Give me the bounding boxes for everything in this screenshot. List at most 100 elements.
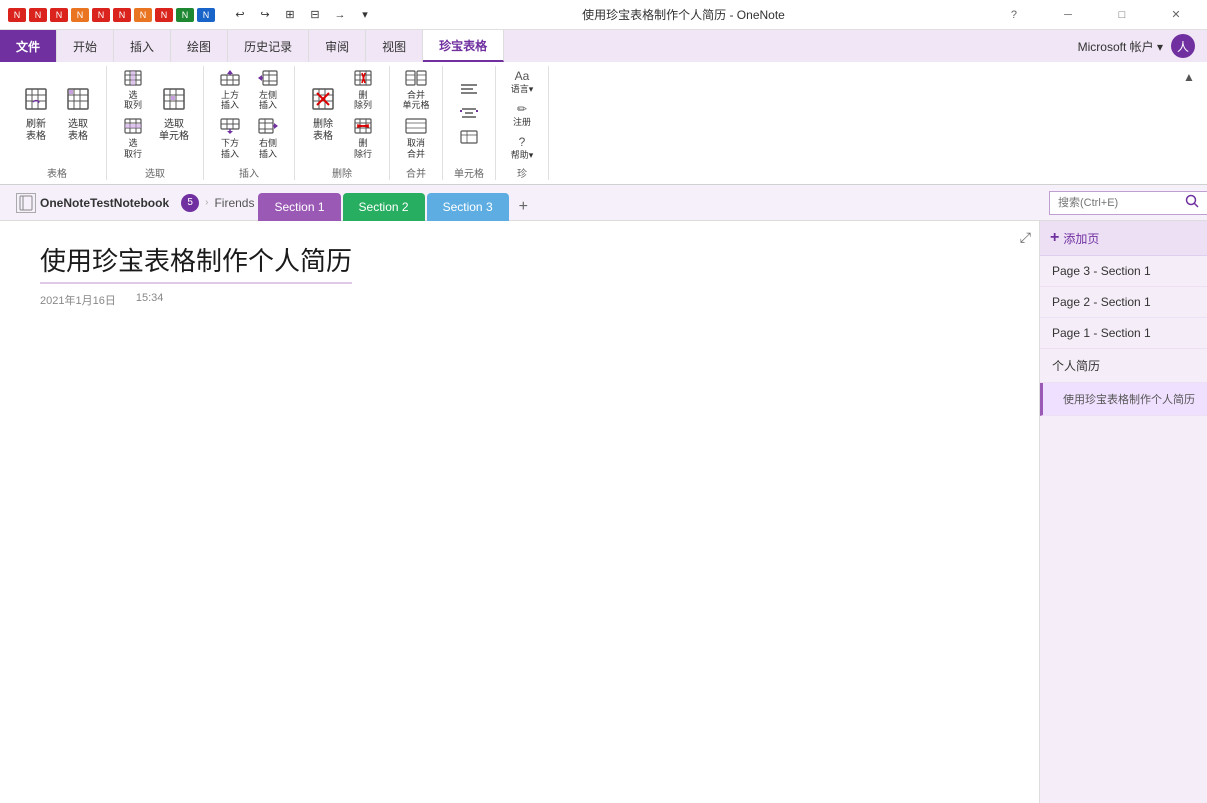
cell-align-left-button[interactable] — [451, 79, 487, 102]
add-section-button[interactable]: + — [511, 193, 536, 221]
help-icon: ? — [519, 135, 526, 149]
page-meta: 2021年1月16日 15:34 — [40, 292, 999, 308]
minimize-button[interactable]: ─ — [1045, 0, 1091, 30]
restore-button[interactable]: □ — [1099, 0, 1145, 30]
select-row-button[interactable]: 选取行 — [115, 115, 151, 163]
select-group-buttons: 选取列 选取行 选取单元格 — [115, 66, 195, 163]
app-icon-red5: N — [113, 8, 131, 22]
insert-right-label: 右侧插入 — [259, 138, 277, 160]
ribbon-tabs: 文件 开始 插入 绘图 历史记录 审阅 视图 珍宝表格 Microsoft 帐户… — [0, 30, 1207, 62]
cell-align-center-button[interactable] — [451, 103, 487, 126]
ribbon-group-select: 选取列 选取行 选取单元格 选取 — [107, 66, 204, 180]
notebook-button[interactable]: OneNoteTestNotebook — [8, 189, 177, 217]
tab-insert[interactable]: 插入 — [114, 30, 171, 62]
insert-above-button[interactable]: 上方插入 — [212, 67, 248, 115]
delete-row-label: 删除行 — [354, 138, 372, 160]
tab-home[interactable]: 开始 — [57, 30, 114, 62]
delete-col-label: 删除列 — [354, 90, 372, 112]
insert-right-icon — [258, 118, 278, 137]
dropdown-button[interactable]: ▾ — [354, 4, 376, 26]
avatar: 人 — [1171, 34, 1195, 58]
select-cell-icon — [162, 87, 186, 117]
app-icon-red2: N — [29, 8, 47, 22]
insert-above-label: 上方插入 — [221, 90, 239, 112]
unmerge-cells-label: 取消合并 — [407, 138, 425, 160]
account-button[interactable]: Microsoft 帐户 ▾ 人 — [1066, 30, 1207, 62]
help-ribbon-button[interactable]: ? 帮助▾ — [504, 132, 540, 164]
title-bar-controls: ? ─ □ ✕ — [991, 0, 1199, 30]
group-label-cell: 单元格 — [454, 163, 484, 180]
insert-group-buttons: 上方插入 下方插入 左侧插入 — [212, 66, 286, 163]
delete-group-buttons: 删除表格 删除列 删除行 — [303, 66, 381, 163]
search-button[interactable] — [1185, 194, 1199, 211]
add-page-icon: + — [1050, 229, 1059, 247]
delete-row-button[interactable]: 删除行 — [345, 115, 381, 163]
group-label-zhen: 珍 — [517, 163, 527, 180]
delete-table-label: 删除表格 — [313, 119, 333, 143]
app-icon-green: N — [176, 8, 194, 22]
insert-left-button[interactable]: 左侧插入 — [250, 67, 286, 115]
page-item-resume-table[interactable]: 使用珍宝表格制作个人简历 — [1040, 383, 1207, 416]
section-tab-2[interactable]: Section 2 — [343, 193, 425, 221]
collapse-ribbon-button[interactable]: ▲ — [1183, 66, 1199, 180]
app-icons: N N N N N N N N N N ↩ ↪ ⊞ ⊟ → ▾ — [8, 4, 376, 26]
cell-properties-button[interactable] — [451, 127, 487, 150]
language-button[interactable]: Aa 语言▾ — [504, 66, 540, 98]
refresh-table-button[interactable]: 刷新表格 — [16, 83, 56, 147]
tab-draw[interactable]: 绘图 — [171, 30, 228, 62]
register-button[interactable]: ✏ 注册 — [504, 99, 540, 131]
refresh-table-label: 刷新表格 — [26, 119, 46, 143]
tab-view[interactable]: 视图 — [366, 30, 423, 62]
tab-file[interactable]: 文件 — [0, 30, 57, 62]
delete-col-group: 删除列 删除行 — [345, 67, 381, 163]
section-tab-1[interactable]: Section 1 — [258, 193, 340, 221]
undo-button[interactable]: ↩ — [229, 4, 251, 26]
add-page-button[interactable]: + 添加页 — [1040, 221, 1207, 256]
merge-group-buttons: 合并单元格 取消合并 — [398, 66, 434, 163]
delete-col-button[interactable]: 删除列 — [345, 67, 381, 115]
grid-button[interactable]: ⊞ — [279, 4, 301, 26]
unmerge-cells-button[interactable]: 取消合并 — [398, 115, 434, 163]
close-button[interactable]: ✕ — [1153, 0, 1199, 30]
delete-table-button[interactable]: 删除表格 — [303, 83, 343, 147]
notebook-name: OneNoteTestNotebook — [40, 196, 169, 210]
page-date: 2021年1月16日 — [40, 292, 116, 308]
insert-below-button[interactable]: 下方插入 — [212, 115, 248, 163]
notebook-badge[interactable]: 5 — [181, 194, 199, 212]
tab-table[interactable]: 珍宝表格 — [423, 30, 504, 62]
page-item-page3s1[interactable]: Page 3 - Section 1 — [1040, 256, 1207, 287]
page-item-resume[interactable]: 个人简历 — [1040, 349, 1207, 383]
section-tab-3[interactable]: Section 3 — [427, 193, 509, 221]
select-cell-label: 选取单元格 — [159, 119, 189, 143]
group-label-insert: 插入 — [239, 163, 259, 180]
search-bar — [1049, 191, 1199, 215]
insert-col2: 左侧插入 右侧插入 — [250, 67, 286, 163]
search-input[interactable] — [1049, 191, 1207, 215]
help-button[interactable]: ? — [991, 0, 1037, 30]
page-item-page1s1[interactable]: Page 1 - Section 1 — [1040, 318, 1207, 349]
add-page-label: 添加页 — [1063, 230, 1099, 247]
help-label: 帮助▾ — [511, 150, 534, 161]
redo-button[interactable]: ↪ — [254, 4, 276, 26]
ribbon-group-merge: 合并单元格 取消合并 合并 — [390, 66, 443, 180]
insert-above-icon — [220, 70, 240, 89]
tab-history[interactable]: 历史记录 — [228, 30, 309, 62]
insert-left-icon — [258, 70, 278, 89]
select-col-button[interactable]: 选取列 — [115, 67, 151, 115]
page-item-page2s1[interactable]: Page 2 - Section 1 — [1040, 287, 1207, 318]
insert-right-button[interactable]: 右侧插入 — [250, 115, 286, 163]
title-bar: N N N N N N N N N N ↩ ↪ ⊞ ⊟ → ▾ 使用珍宝表格制作… — [0, 0, 1207, 30]
ribbon: 文件 开始 插入 绘图 历史记录 审阅 视图 珍宝表格 Microsoft 帐户… — [0, 30, 1207, 185]
merge-cells-button[interactable]: 合并单元格 — [398, 67, 434, 115]
select-table-button[interactable]: 选取表格 — [58, 83, 98, 147]
insert-below-label: 下方插入 — [221, 138, 239, 160]
tab-review[interactable]: 审阅 — [309, 30, 366, 62]
app-icon-orange: N — [71, 8, 89, 22]
select-cell-button[interactable]: 选取单元格 — [153, 83, 195, 147]
expand-button[interactable]: ⤢ — [1020, 229, 1031, 246]
quick-access-toolbar: N N N N N N N N N N ↩ ↪ ⊞ ⊟ → ▾ — [8, 4, 376, 26]
zhen-col: Aa 语言▾ ✏ 注册 ? 帮助▾ — [504, 66, 540, 163]
align-center-icon — [460, 106, 478, 123]
forward-button[interactable]: → — [329, 4, 351, 26]
grid2-button[interactable]: ⊟ — [304, 4, 326, 26]
